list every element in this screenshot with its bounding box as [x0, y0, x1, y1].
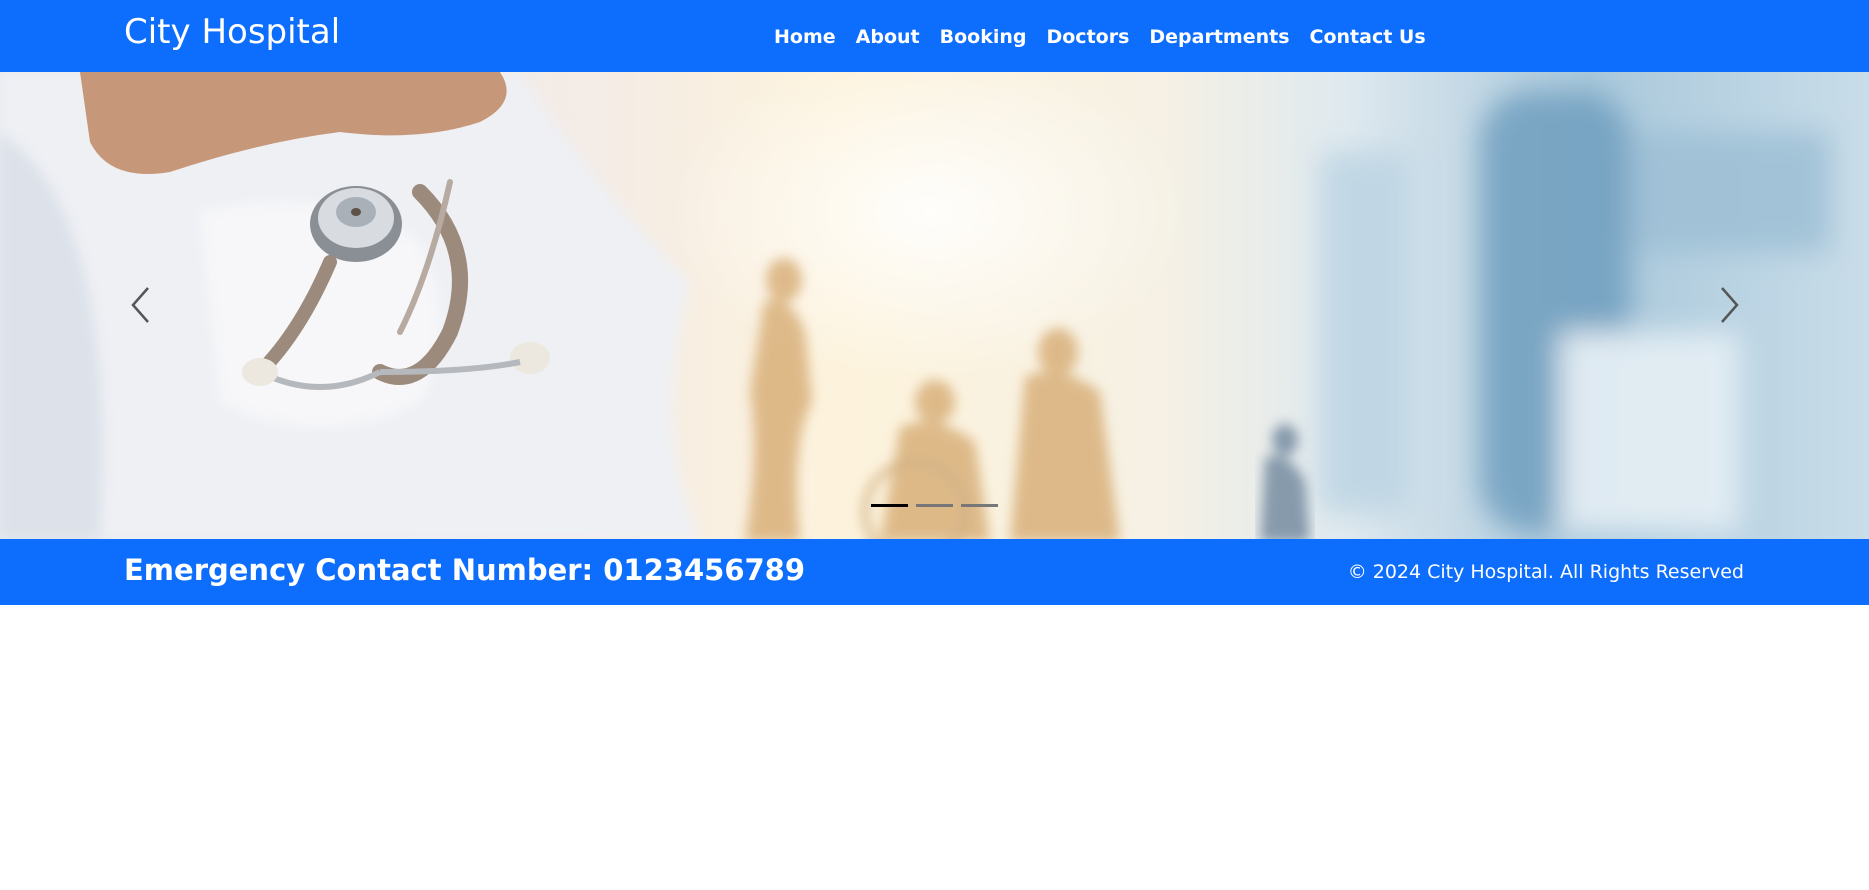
- carousel-next-button[interactable]: [1709, 280, 1749, 330]
- brand-link[interactable]: City Hospital: [124, 10, 340, 54]
- carousel-indicator-3[interactable]: [961, 504, 998, 507]
- main-nav: Home About Booking Doctors Departments C…: [774, 24, 1446, 50]
- hero-carousel: [0, 72, 1869, 539]
- nav-contact-us[interactable]: Contact Us: [1310, 24, 1426, 50]
- chevron-left-icon: [131, 287, 149, 323]
- nav-doctors[interactable]: Doctors: [1046, 24, 1129, 50]
- nav-booking[interactable]: Booking: [940, 24, 1027, 50]
- carousel-indicator-1[interactable]: [871, 504, 908, 507]
- navbar: City Hospital Home About Booking Doctors…: [0, 0, 1869, 72]
- chevron-right-icon: [1721, 287, 1739, 323]
- copyright-text: © 2024 City Hospital. All Rights Reserve…: [1347, 561, 1744, 583]
- nav-about[interactable]: About: [856, 24, 920, 50]
- nav-departments[interactable]: Departments: [1149, 24, 1289, 50]
- carousel-prev-button[interactable]: [121, 280, 161, 330]
- footer: Emergency Contact Number: 0123456789 © 2…: [0, 539, 1869, 605]
- nav-home[interactable]: Home: [774, 24, 836, 50]
- emergency-contact: Emergency Contact Number: 0123456789: [124, 553, 806, 587]
- carousel-indicators: [871, 504, 998, 507]
- carousel-indicator-2[interactable]: [916, 504, 953, 507]
- hero-image: [0, 72, 1869, 539]
